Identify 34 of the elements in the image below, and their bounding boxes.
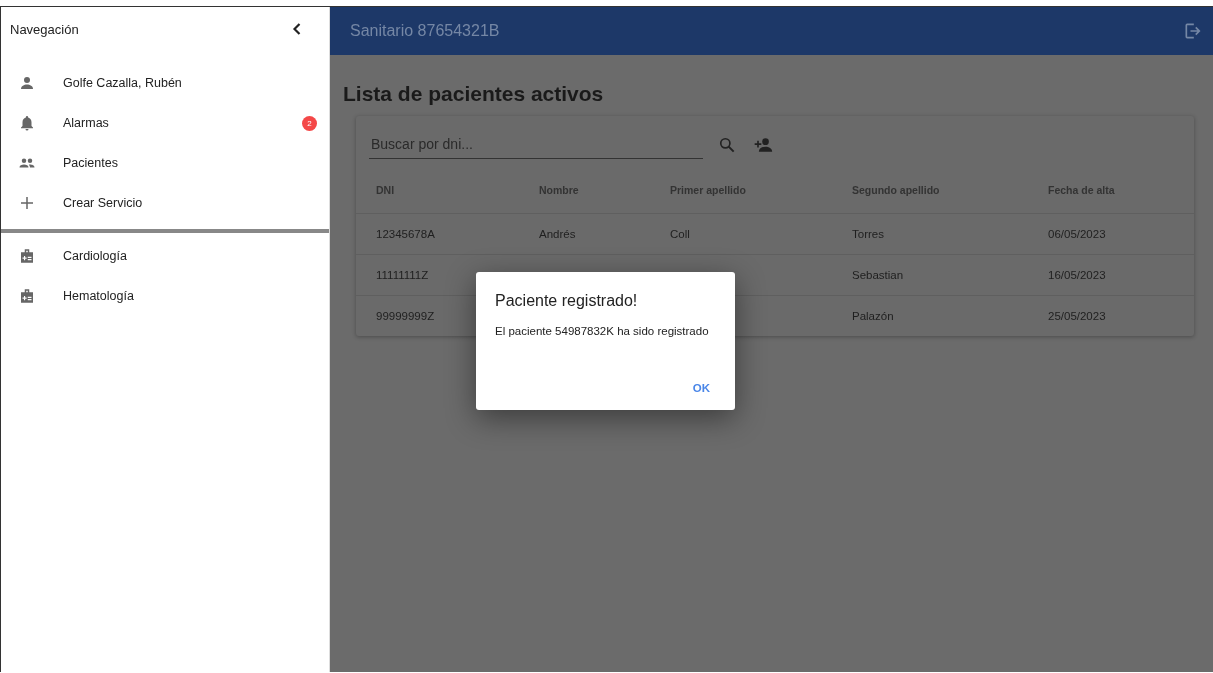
table-cell-text: 25/05/2023 <box>1048 310 1107 322</box>
plus-icon <box>18 194 36 212</box>
medical-kit-icon <box>18 287 36 305</box>
page-title: Lista de pacientes activos <box>343 82 605 106</box>
column-header: Segundo apellido <box>852 184 941 196</box>
table-cell-text: Palazón <box>852 310 895 322</box>
person-icon <box>18 74 36 92</box>
sidebar-item[interactable]: Crear Servicio <box>1 183 329 223</box>
sidebar-item[interactable]: Golfe Cazalla, Rubén <box>1 63 329 103</box>
sidebar-item[interactable]: Hematología <box>1 276 329 316</box>
sidebar-item[interactable]: Alarmas 2 <box>1 103 329 143</box>
table-cell-text: Andrés <box>539 228 577 240</box>
sidebar-title: Navegación <box>10 21 79 37</box>
table-cell-text: 06/05/2023 <box>1048 228 1107 240</box>
sidebar-item[interactable]: Cardiología <box>1 236 329 276</box>
bell-icon <box>18 114 36 132</box>
table-cell-text: Sebastian <box>852 269 905 281</box>
column-header: Nombre <box>539 184 580 196</box>
table-cell-text: 16/05/2023 <box>1048 269 1107 281</box>
dialog-title: Paciente registrado! <box>495 292 639 310</box>
logout-button[interactable] <box>1183 21 1203 41</box>
search-field[interactable]: Buscar por dni... <box>369 130 703 159</box>
table-cell-text: 11111111Z <box>376 269 430 281</box>
logout-icon <box>1183 21 1203 41</box>
dialog-message: El paciente 54987832K ha sido registrado <box>495 325 710 337</box>
ok-button[interactable]: OK <box>686 378 716 398</box>
user-title: Sanitario 87654321B <box>350 22 500 40</box>
count-badge: 2 <box>302 115 317 131</box>
table-cell-text: 12345678A <box>376 228 436 240</box>
medical-kit-icon <box>18 247 36 265</box>
sidebar-item[interactable]: Pacientes <box>1 143 329 183</box>
table-cell-text: Torres <box>852 228 885 240</box>
table-cell-text: 99999999Z <box>376 310 436 322</box>
table-cell-text: Coll <box>670 228 691 240</box>
